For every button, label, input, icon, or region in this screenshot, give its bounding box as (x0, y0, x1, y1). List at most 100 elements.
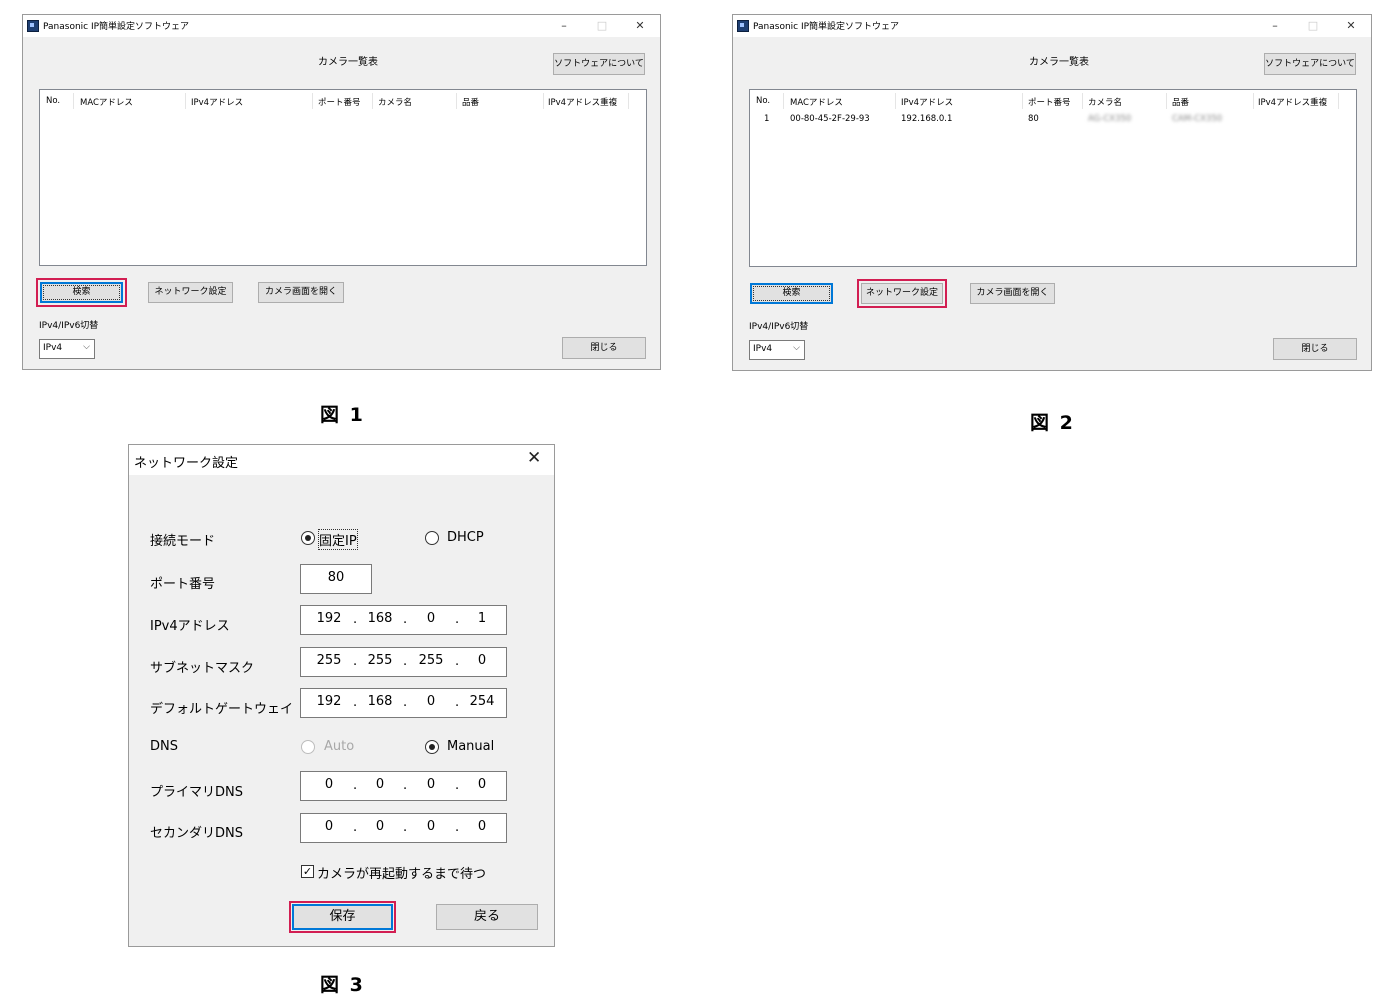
column-separator (372, 93, 373, 109)
port-label: ポート番号 (150, 577, 216, 592)
dhcp-radio[interactable] (425, 531, 439, 545)
gateway-octet-1[interactable]: 192 (310, 694, 348, 709)
camera-list[interactable]: No. MACアドレス IPv4アドレス ポート番号 カメラ名 品番 IPv4ア… (39, 89, 647, 266)
about-software-button[interactable]: ソフトウェアについて (1264, 53, 1356, 75)
static-ip-label[interactable]: 固定IP (318, 529, 358, 550)
port-input[interactable]: 80 (300, 564, 372, 594)
title-bar: Panasonic IP簡単設定ソフトウェア – □ ✕ (23, 15, 660, 37)
secondary-dns-input[interactable]: 0 . 0 . 0 . 0 (300, 813, 507, 843)
network-settings-button[interactable]: ネットワーク設定 (148, 282, 233, 303)
column-header-camera-name[interactable]: カメラ名 (1088, 96, 1122, 108)
highlight-box (857, 279, 947, 308)
open-camera-button[interactable]: カメラ画面を開く (970, 283, 1055, 304)
primary-dns-octet-4[interactable]: 0 (463, 777, 501, 792)
open-camera-button[interactable]: カメラ画面を開く (258, 282, 344, 303)
secondary-dns-octet-1[interactable]: 0 (310, 819, 348, 834)
secondary-dns-octet-3[interactable]: 0 (412, 819, 450, 834)
maximize-icon: □ (1307, 19, 1319, 32)
subnet-input[interactable]: 255 . 255 . 255 . 0 (300, 647, 507, 677)
column-separator (185, 93, 186, 109)
gateway-input[interactable]: 192 . 168 . 0 . 254 (300, 688, 507, 718)
subnet-octet-2[interactable]: 255 (361, 653, 399, 668)
ipv4-label: IPv4アドレス (150, 619, 230, 634)
column-header-port[interactable]: ポート番号 (318, 96, 361, 108)
column-header-ipv4[interactable]: IPv4アドレス (901, 96, 953, 108)
ipv4-octet-1[interactable]: 192 (310, 611, 348, 626)
app-icon (737, 20, 749, 32)
search-button[interactable]: 検索 (750, 283, 833, 304)
minimize-icon[interactable]: – (550, 17, 578, 35)
octet-separator: . (455, 654, 460, 669)
minimize-icon[interactable]: – (1261, 17, 1289, 35)
back-button[interactable]: 戻る (436, 904, 538, 930)
close-icon[interactable]: ✕ (626, 17, 654, 35)
camera-list[interactable]: No. MACアドレス IPv4アドレス ポート番号 カメラ名 品番 IPv4ア… (749, 89, 1357, 267)
port-value: 80 (327, 570, 345, 585)
ip-mode-select[interactable]: IPv4 ⌵ (749, 340, 805, 360)
close-button[interactable]: 閉じる (562, 337, 646, 359)
ipv4-input[interactable]: 192 . 168 . 0 . 1 (300, 605, 507, 635)
subnet-label: サブネットマスク (150, 661, 255, 676)
dns-manual-label[interactable]: Manual (447, 739, 494, 754)
subnet-octet-1[interactable]: 255 (310, 653, 348, 668)
row-cell-camera-name[interactable]: AG-CX350 (1088, 114, 1131, 124)
column-header-port[interactable]: ポート番号 (1028, 96, 1071, 108)
gateway-octet-4[interactable]: 254 (463, 694, 501, 709)
ipv4-octet-3[interactable]: 0 (412, 611, 450, 626)
primary-dns-input[interactable]: 0 . 0 . 0 . 0 (300, 771, 507, 801)
gateway-label: デフォルトゲートウェイ (150, 702, 294, 717)
primary-dns-octet-1[interactable]: 0 (310, 777, 348, 792)
primary-dns-label: プライマリDNS (150, 785, 243, 800)
column-header-duplicate[interactable]: IPv4アドレス重複 (548, 96, 617, 108)
ip-switch-label: IPv4/IPv6切替 (39, 321, 99, 331)
column-header-model[interactable]: 品番 (462, 96, 479, 108)
secondary-dns-label: セカンダリDNS (150, 826, 243, 841)
column-header-duplicate[interactable]: IPv4アドレス重複 (1258, 96, 1327, 108)
row-cell-no[interactable]: 1 (764, 114, 769, 124)
octet-separator: . (353, 778, 358, 793)
figure-caption-1: 図 1 (320, 404, 365, 426)
octet-separator: . (403, 612, 408, 627)
row-cell-ipv4[interactable]: 192.168.0.1 (901, 114, 952, 124)
column-header-mac[interactable]: MACアドレス (790, 96, 843, 108)
row-cell-port[interactable]: 80 (1028, 114, 1039, 124)
figure-caption-3: 図 3 (320, 974, 365, 996)
gateway-octet-3[interactable]: 0 (412, 694, 450, 709)
row-cell-model[interactable]: CAM-CX350 (1172, 114, 1222, 124)
subnet-octet-3[interactable]: 255 (412, 653, 450, 668)
close-icon[interactable]: ✕ (1337, 17, 1365, 35)
dhcp-label[interactable]: DHCP (447, 530, 484, 545)
ipv4-octet-4[interactable]: 1 (463, 611, 501, 626)
wait-restart-checkbox[interactable]: ✓ (301, 865, 314, 878)
secondary-dns-octet-2[interactable]: 0 (361, 819, 399, 834)
primary-dns-octet-2[interactable]: 0 (361, 777, 399, 792)
octet-separator: . (455, 778, 460, 793)
column-header-ipv4[interactable]: IPv4アドレス (191, 96, 243, 108)
secondary-dns-octet-4[interactable]: 0 (463, 819, 501, 834)
column-separator (1338, 93, 1339, 109)
ipv4-octet-2[interactable]: 168 (361, 611, 399, 626)
octet-separator: . (353, 654, 358, 669)
primary-dns-octet-3[interactable]: 0 (412, 777, 450, 792)
about-software-button[interactable]: ソフトウェアについて (553, 53, 645, 75)
column-header-no[interactable]: No. (756, 96, 770, 106)
app-icon (27, 20, 39, 32)
highlight-box (289, 901, 396, 933)
column-header-model[interactable]: 品番 (1172, 96, 1189, 108)
column-separator (73, 93, 74, 109)
column-header-camera-name[interactable]: カメラ名 (378, 96, 412, 108)
dns-manual-radio[interactable] (425, 740, 439, 754)
column-header-no[interactable]: No. (46, 96, 60, 106)
gateway-octet-2[interactable]: 168 (361, 694, 399, 709)
figure-caption-2: 図 2 (1030, 412, 1075, 434)
close-icon[interactable]: ✕ (527, 448, 541, 468)
subnet-octet-4[interactable]: 0 (463, 653, 501, 668)
static-ip-radio[interactable] (301, 531, 315, 545)
row-cell-mac[interactable]: 00-80-45-2F-29-93 (790, 114, 870, 124)
close-button[interactable]: 閉じる (1273, 338, 1357, 360)
main-window-fig1: Panasonic IP簡単設定ソフトウェア – □ ✕ カメラ一覧表 ソフトウ… (22, 14, 661, 370)
column-header-mac[interactable]: MACアドレス (80, 96, 133, 108)
column-separator (1022, 93, 1023, 109)
ip-mode-select[interactable]: IPv4 ⌵ (39, 339, 95, 359)
wait-restart-label[interactable]: カメラが再起動するまで待つ (317, 863, 486, 882)
